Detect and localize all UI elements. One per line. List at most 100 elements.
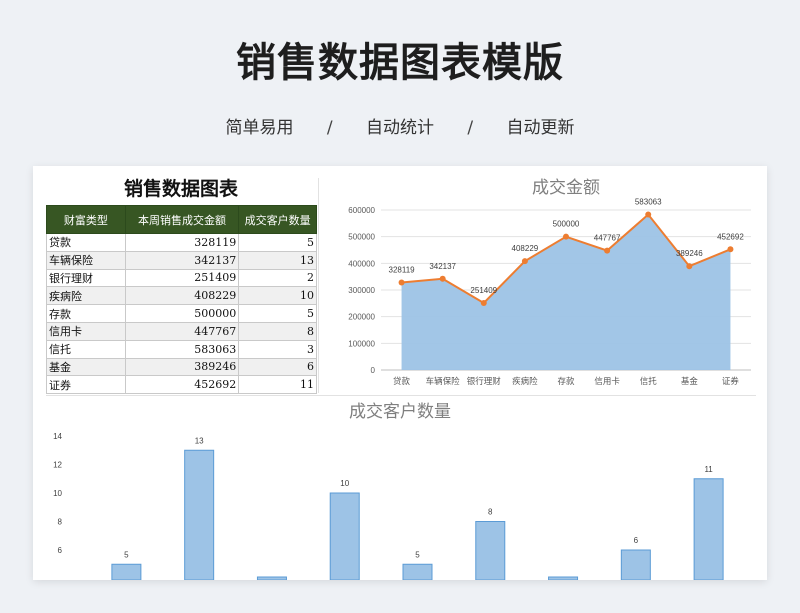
data-label: 11 — [704, 465, 713, 474]
y-tick-label: 600000 — [348, 206, 375, 215]
cell-customers[interactable]: 5 — [238, 233, 317, 252]
table-row: 信托 583063 3 — [46, 339, 317, 359]
feature-auto-stats: 自动统计 — [366, 118, 434, 138]
data-point — [645, 211, 652, 218]
x-tick-label: 证券 — [722, 376, 740, 386]
bar — [475, 521, 506, 580]
data-label: 447767 — [594, 234, 621, 243]
cell-type[interactable]: 贷款 — [46, 233, 126, 252]
cell-customers[interactable]: 11 — [238, 375, 317, 395]
cell-amount[interactable]: 342137 — [124, 250, 240, 270]
x-tick-label: 信用卡 — [594, 376, 620, 386]
y-tick-label: 14 — [53, 432, 62, 441]
cell-type[interactable]: 银行理财 — [46, 268, 126, 288]
data-label: 583063 — [635, 198, 662, 207]
page-title: 销售数据图表模版 — [236, 40, 564, 86]
y-tick-label: 12 — [53, 461, 62, 470]
bar — [548, 576, 579, 580]
table-row: 银行理财 251409 2 — [46, 268, 317, 288]
column-header-amount[interactable]: 本周销售成交金额 — [124, 205, 240, 234]
data-point — [480, 299, 487, 306]
data-label: 5 — [415, 550, 420, 559]
cell-customers[interactable]: 6 — [238, 357, 317, 377]
y-tick-label: 100000 — [348, 339, 375, 348]
x-tick-label: 贷款 — [393, 376, 411, 386]
data-label: 8 — [488, 508, 493, 517]
data-label: 10 — [340, 479, 349, 488]
cell-type[interactable]: 信托 — [46, 339, 126, 359]
table-row: 车辆保险 342137 13 — [46, 250, 317, 270]
y-tick-label: 0 — [371, 366, 376, 375]
amount-area-chart: 成交金额 0 100000 200000 300000 400000 500000 60000… — [348, 178, 751, 386]
table-row: 基金 389246 6 — [46, 357, 317, 377]
cell-type[interactable]: 存款 — [46, 304, 126, 323]
column-header-customers[interactable]: 成交客户数量 — [238, 205, 317, 234]
cell-amount[interactable]: 328119 — [124, 233, 240, 252]
y-tick-label: 300000 — [348, 286, 375, 295]
x-tick-label: 基金 — [681, 376, 699, 386]
data-point — [686, 263, 693, 270]
y-tick-label: 8 — [58, 518, 63, 527]
sales-data-table: 财富类型 本周销售成交金额 成交客户数量 贷款 328119 5 车辆保险 342137… — [46, 205, 317, 395]
cell-amount[interactable]: 452692 — [124, 375, 240, 395]
data-point — [604, 247, 611, 254]
cell-amount[interactable]: 447767 — [124, 321, 240, 341]
y-tick-label: 500000 — [348, 233, 375, 242]
cell-customers[interactable]: 2 — [238, 268, 317, 288]
cell-type[interactable]: 证券 — [46, 375, 126, 395]
chart-title: 成交金额 — [532, 178, 600, 197]
table-row: 证券 452692 11 — [46, 375, 317, 395]
x-tick-label: 疾病险 — [512, 376, 538, 386]
spreadsheet-sheet: 销售数据图表 财富类型 本周销售成交金额 成交客户数量 贷款 328119 5 车辆保… — [33, 166, 767, 580]
y-tick-label: 200000 — [348, 313, 375, 322]
data-point — [521, 258, 528, 265]
x-tick-label: 存款 — [557, 376, 575, 386]
data-point — [563, 233, 569, 240]
cell-amount[interactable]: 583063 — [124, 339, 240, 359]
data-label: 452692 — [717, 232, 744, 241]
customer-bar-chart: 成交客户数量 6 8 10 12 14 5 13 10 5 8 6 11 — [53, 402, 724, 580]
cell-customers[interactable]: 10 — [238, 286, 317, 306]
column-header-type[interactable]: 财富类型 — [46, 205, 126, 234]
bar — [402, 563, 433, 580]
data-point — [727, 246, 734, 253]
cell-amount[interactable]: 389246 — [124, 357, 240, 377]
feature-easy: 简单易用 — [225, 118, 294, 138]
data-label: 389246 — [676, 249, 703, 258]
cell-type[interactable]: 基金 — [46, 357, 126, 377]
bar — [329, 492, 360, 580]
y-tick-label: 10 — [53, 489, 62, 498]
table-row: 疾病险 408229 10 — [46, 286, 317, 306]
chart-title: 成交客户数量 — [349, 402, 451, 421]
table-row: 信用卡 447767 8 — [46, 321, 317, 341]
feature-auto-update: 自动更新 — [506, 118, 575, 138]
bar — [620, 549, 651, 580]
cell-amount[interactable]: 408229 — [124, 286, 240, 306]
data-point — [398, 279, 405, 286]
table-row: 存款 500000 5 — [46, 304, 317, 323]
table-title: 销售数据图表 — [123, 178, 238, 200]
table-row: 贷款 328119 5 — [46, 233, 317, 252]
cell-customers[interactable]: 8 — [238, 321, 317, 341]
cell-amount[interactable]: 500000 — [124, 304, 240, 323]
y-tick-label: 400000 — [348, 259, 375, 268]
data-label: 408229 — [512, 244, 539, 253]
cell-customers[interactable]: 5 — [238, 304, 317, 323]
cell-type[interactable]: 信用卡 — [46, 321, 126, 341]
data-label: 251409 — [470, 286, 497, 295]
cell-amount[interactable]: 251409 — [124, 268, 240, 288]
bar — [111, 563, 142, 580]
cell-customers[interactable]: 13 — [238, 250, 317, 270]
data-label: 500000 — [553, 220, 580, 229]
data-point — [439, 275, 446, 282]
data-label: 6 — [634, 536, 639, 545]
y-tick-label: 6 — [58, 546, 63, 555]
x-tick-label: 信托 — [640, 376, 658, 386]
cell-type[interactable]: 疾病险 — [46, 286, 126, 306]
bar — [256, 576, 287, 580]
cell-type[interactable]: 车辆保险 — [46, 250, 126, 270]
x-tick-label: 车辆保险 — [426, 376, 461, 386]
cell-customers[interactable]: 3 — [238, 339, 317, 359]
feature-separator: / — [467, 118, 474, 138]
bar — [184, 449, 215, 580]
